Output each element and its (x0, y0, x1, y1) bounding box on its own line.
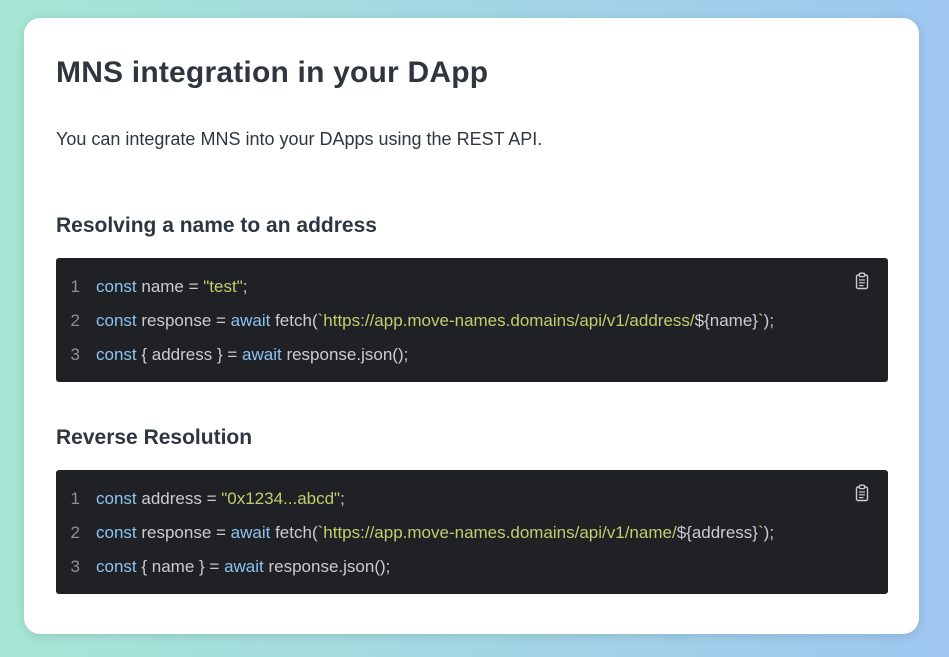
code-text: const name = "test"; (96, 277, 247, 297)
code-keyword: const (96, 277, 137, 296)
code-plain: ); (763, 311, 775, 330)
code-keyword: const (96, 557, 137, 576)
code-text: const address = "0x1234...abcd"; (96, 489, 345, 509)
code-plain: fetch( (270, 311, 318, 330)
code-line: 1 const address = "0x1234...abcd"; (56, 482, 888, 516)
code-plain: address = (136, 489, 222, 508)
code-plain: ; (242, 277, 248, 296)
code-keyword: const (96, 523, 137, 542)
clipboard-icon (855, 484, 869, 502)
code-plain: fetch( (270, 523, 318, 542)
copy-code-button[interactable] (854, 484, 870, 502)
line-number: 2 (70, 311, 80, 330)
code-plain: response = (136, 523, 231, 542)
code-plain: ; (340, 489, 345, 508)
code-text: const { address } = await response.json(… (96, 345, 408, 365)
section-title-resolve: Resolving a name to an address (56, 214, 377, 237)
code-plain: ${address} (676, 523, 758, 542)
code-string: `https://app.move-names.domains/api/v1/a… (317, 311, 695, 330)
page-title: MNS integration in your DApp (56, 56, 489, 89)
code-keyword: const (96, 311, 137, 330)
code-line: 2 const response = await fetch(`https://a… (56, 516, 888, 550)
code-string: `https://app.move-names.domains/api/v1/n… (317, 523, 677, 542)
code-keyword: const (96, 345, 137, 364)
code-keyword: await (242, 345, 282, 364)
code-lines: 1 const name = "test"; 2 const response = a… (56, 270, 888, 372)
code-string: "0x1234...abcd" (221, 489, 341, 508)
code-keyword: await (230, 311, 271, 330)
code-lines: 1 const address = "0x1234...abcd"; 2 const … (56, 482, 888, 584)
code-plain: { address } = (136, 345, 243, 364)
code-line: 2 const response = await fetch(`https://a… (56, 304, 888, 338)
code-block-resolve: 1 const name = "test"; 2 const response = a… (56, 258, 888, 382)
clipboard-icon (855, 272, 869, 290)
integration-card: MNS integration in your DApp You can int… (24, 18, 919, 634)
code-keyword: await (230, 523, 271, 542)
code-plain: { name } = (136, 557, 225, 576)
code-block-reverse: 1 const address = "0x1234...abcd"; 2 const … (56, 470, 888, 594)
copy-code-button[interactable] (854, 272, 870, 290)
code-line: 3 const { name } = await response.json(); (56, 550, 888, 584)
code-plain: name = (136, 277, 204, 296)
code-plain: response = (136, 311, 231, 330)
code-plain: ${name} (694, 311, 758, 330)
code-keyword: const (96, 489, 137, 508)
code-keyword: await (224, 557, 264, 576)
line-number: 3 (70, 345, 80, 364)
line-number: 2 (70, 523, 80, 542)
code-plain: ); (763, 523, 775, 542)
line-number: 3 (70, 557, 80, 576)
code-text: const { name } = await response.json(); (96, 557, 390, 577)
code-string: "test" (203, 277, 243, 296)
code-text: const response = await fetch(`https://ap… (96, 311, 774, 331)
section-title-reverse: Reverse Resolution (56, 426, 253, 449)
code-text: const response = await fetch(`https://ap… (96, 523, 774, 543)
intro-text: You can integrate MNS into your DApps us… (56, 129, 543, 149)
code-line: 1 const name = "test"; (56, 270, 888, 304)
code-plain: response.json(); (263, 557, 391, 576)
code-plain: response.json(); (281, 345, 409, 364)
code-line: 3 const { address } = await response.json… (56, 338, 888, 372)
line-number: 1 (70, 489, 80, 508)
line-number: 1 (70, 277, 80, 296)
